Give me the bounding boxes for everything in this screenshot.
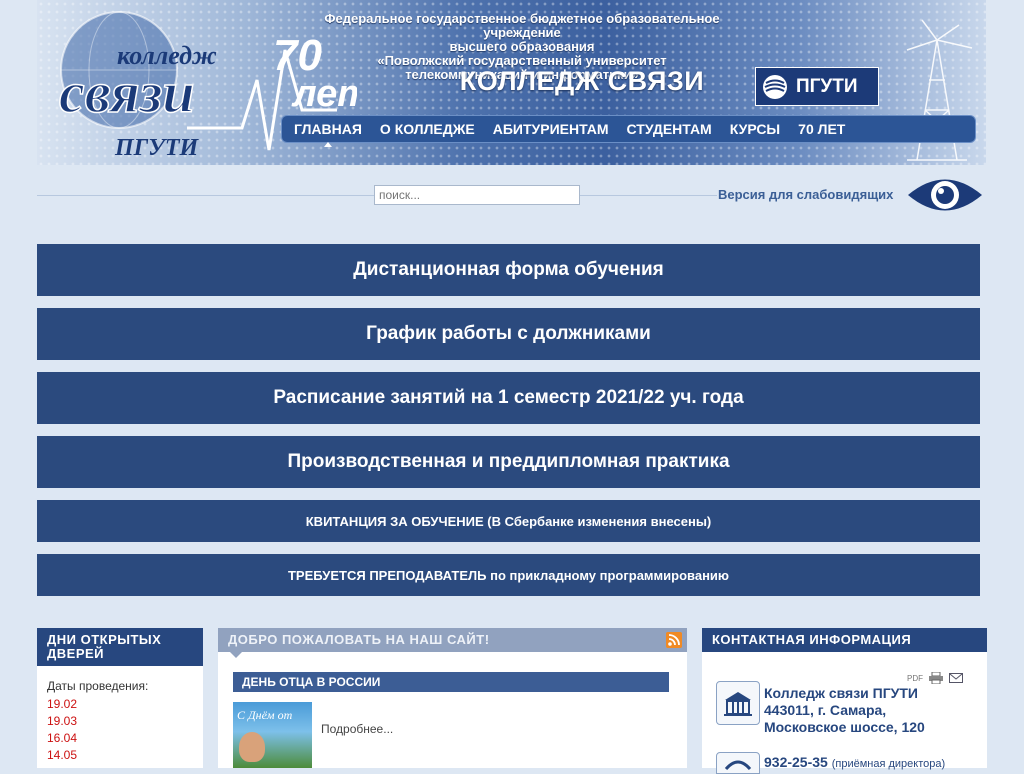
- news-image[interactable]: С Днём от: [233, 702, 312, 768]
- address-line: Колледж связи ПГУТИ: [764, 685, 918, 701]
- email-icon[interactable]: [949, 673, 963, 683]
- open-day-date[interactable]: 16.04: [47, 731, 203, 745]
- logo-word-bottom: ПГУТИ: [114, 135, 200, 161]
- nav-item-students[interactable]: СТУДЕНТАМ: [627, 121, 712, 137]
- band-debtors-schedule[interactable]: График работы с должниками: [37, 308, 980, 360]
- welcome-header: ДОБРО ПОЖАЛОВАТЬ НА НАШ САЙТ!: [218, 628, 687, 658]
- address-line: Московское шоссе, 120: [764, 719, 925, 735]
- open-days-box: ДНИ ОТКРЫТЫХ ДВЕРЕЙ Даты проведения: 19.…: [37, 628, 203, 768]
- welcome-box: ДОБРО ПОЖАЛОВАТЬ НА НАШ САЙТ! ДЕНЬ ОТЦА …: [218, 628, 687, 768]
- nav-item-courses[interactable]: КУРСЫ: [730, 121, 780, 137]
- phone-note: (приёмная директора): [831, 758, 946, 770]
- pdf-icon[interactable]: PDF: [907, 674, 923, 683]
- nav-item-about[interactable]: О КОЛЛЕДЖЕ: [380, 121, 475, 137]
- band-payment-receipt[interactable]: КВИТАНЦИЯ ЗА ОБУЧЕНИЕ (В Сбербанке измен…: [37, 500, 980, 542]
- phone-icon: [716, 752, 760, 774]
- band-vacancy[interactable]: ТРЕБУЕТСЯ ПРЕПОДАВАТЕЛЬ по прикладному п…: [37, 554, 980, 596]
- welcome-title: ДОБРО ПОЖАЛОВАТЬ НА НАШ САЙТ!: [228, 632, 490, 647]
- news-image-caption: С Днём от: [237, 708, 293, 722]
- nav-item-70-years[interactable]: 70 ЛЕТ: [798, 121, 845, 137]
- search-input[interactable]: [374, 185, 580, 205]
- news-image-person: [239, 732, 265, 762]
- open-day-date[interactable]: 14.05: [47, 748, 203, 762]
- pguti-badge[interactable]: ПГУТИ: [755, 67, 879, 106]
- contact-address: Колледж связи ПГУТИ 443011, г. Самара, М…: [764, 685, 925, 736]
- main-nav: ГЛАВНАЯ О КОЛЛЕДЖЕ АБИТУРИЕНТАМ СТУДЕНТА…: [281, 115, 976, 147]
- site-title: КОЛЛЕДЖ СВЯЗИ: [459, 66, 705, 96]
- contacts-title: КОНТАКТНАЯ ИНФОРМАЦИЯ: [702, 628, 987, 652]
- nav-item-home[interactable]: ГЛАВНАЯ: [294, 121, 362, 147]
- band-practice[interactable]: Производственная и преддипломная практик…: [37, 436, 980, 488]
- news-title[interactable]: ДЕНЬ ОТЦА В РОССИИ: [233, 672, 669, 692]
- pguti-logo-icon: [763, 74, 787, 99]
- document-tools: PDF: [907, 672, 963, 684]
- low-vision-link[interactable]: Версия для слабовидящих: [718, 187, 893, 202]
- band-distance-learning[interactable]: Дистанционная форма обучения: [37, 244, 980, 296]
- open-day-date[interactable]: 19.02: [47, 697, 203, 711]
- band-class-schedule[interactable]: Расписание занятий на 1 семестр 2021/22 …: [37, 372, 980, 424]
- pguti-badge-label: ПГУТИ: [796, 75, 858, 97]
- logo-word-main: связи: [59, 60, 195, 125]
- institution-line: высшего образования: [449, 39, 595, 54]
- site-header: колледж связи ПГУТИ 70 лет Федеральное г…: [37, 0, 986, 165]
- open-days-title: ДНИ ОТКРЫТЫХ ДВЕРЕЙ: [37, 628, 203, 666]
- read-more-link[interactable]: Подробнее...: [321, 722, 393, 736]
- open-day-date[interactable]: 19.03: [47, 714, 203, 728]
- eye-icon[interactable]: [906, 172, 984, 218]
- open-days-subtitle: Даты проведения:: [47, 679, 149, 693]
- address-line: 443011, г. Самара,: [764, 702, 887, 718]
- nav-item-applicants[interactable]: АБИТУРИЕНТАМ: [493, 121, 609, 137]
- print-icon[interactable]: [929, 672, 943, 684]
- rss-icon[interactable]: [666, 632, 682, 648]
- contacts-box: КОНТАКТНАЯ ИНФОРМАЦИЯ PDF Колледж связи …: [702, 628, 987, 774]
- building-icon: [716, 681, 760, 725]
- institution-line: Федеральное государственное бюджетное об…: [324, 11, 720, 40]
